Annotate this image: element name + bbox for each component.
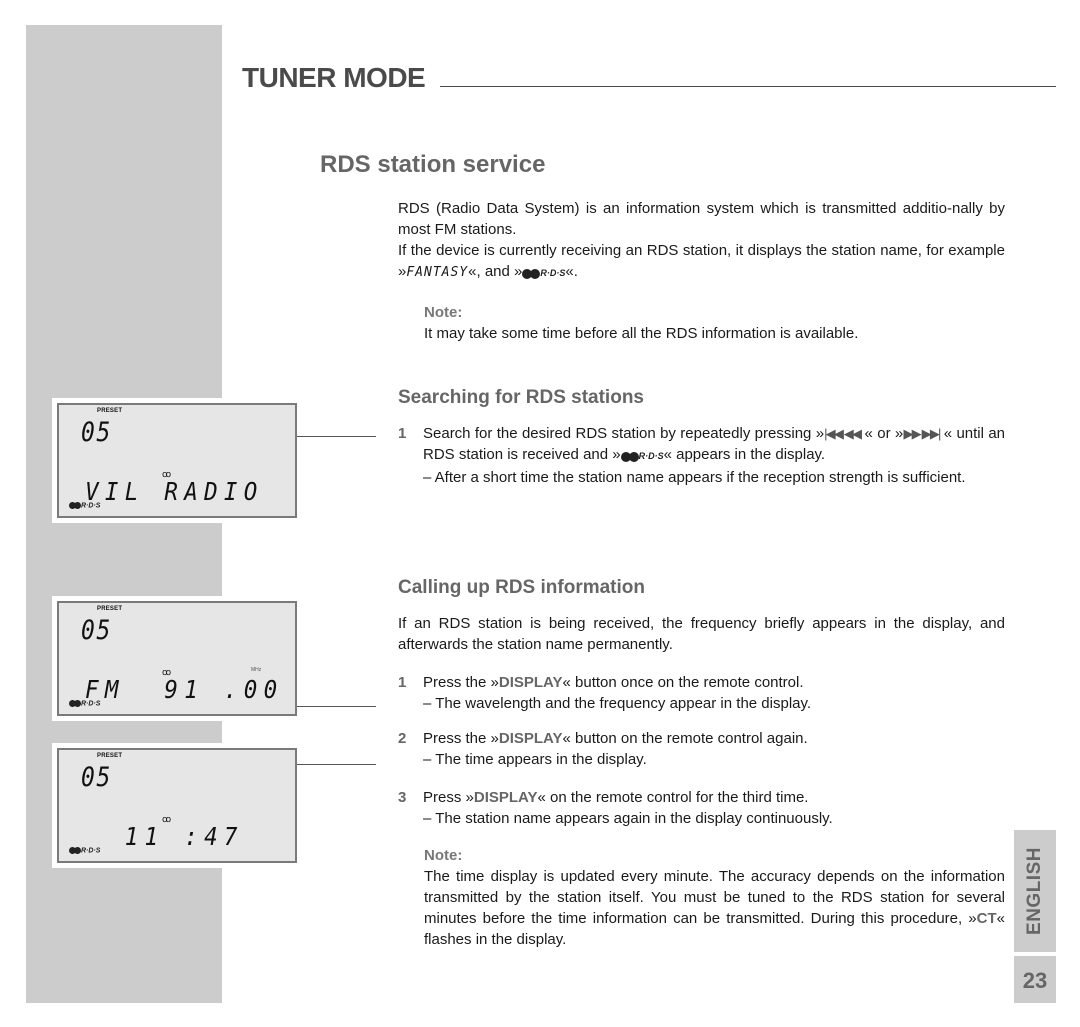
calling-step-3: 3 Press »DISPLAY« on the remote control … — [398, 789, 833, 827]
intro-paragraph: RDS (Radio Data System) is an informatio… — [398, 200, 1005, 280]
ct-label: CT — [976, 910, 997, 927]
leader-line — [297, 436, 376, 437]
leader-line — [297, 706, 376, 707]
rds-logo-icon: R·D·S — [620, 451, 664, 462]
leader-line — [297, 764, 376, 765]
note-label: Note: — [424, 847, 463, 864]
display-button-label: DISPLAY — [498, 730, 563, 747]
step-number: 1 — [398, 425, 407, 442]
search-step-1: 1 Search for the desired RDS station by … — [398, 425, 1005, 486]
time-note-block: Note: The time display is updated every … — [424, 847, 1005, 948]
note-label: Note: — [424, 304, 463, 321]
display-button-label: DISPLAY — [473, 789, 538, 806]
rds-logo-icon: R·D·S — [69, 847, 100, 854]
lcd-main-text: 11 :47 — [85, 822, 244, 851]
note-text: It may take some time before all the RDS… — [424, 325, 859, 342]
language-tab: ENGLISH — [1014, 830, 1056, 952]
skip-forward-icon: ▶▶ ▶▶| — [903, 426, 941, 441]
page-number-tab: 23 — [1014, 956, 1056, 1003]
calling-step-2: 2 Press the »DISPLAY« button on the remo… — [398, 730, 808, 768]
skip-back-icon: |◀◀ ◀◀ — [824, 426, 862, 441]
header-rule — [440, 86, 1056, 87]
lcd-display-frequency: PRESET 05 ꝏ MHz FM 91 .00 R·D·S — [52, 596, 297, 721]
lcd-screen: PRESET 05 ꝏ MHz FM 91 .00 R·D·S — [57, 601, 297, 716]
page-number: 23 — [1022, 968, 1048, 993]
preset-number: 05 — [81, 417, 113, 448]
rds-logo-icon: R·D·S — [69, 502, 100, 509]
calling-intro: If an RDS station is being received, the… — [398, 615, 1005, 653]
section-title: RDS station service — [320, 151, 546, 178]
lcd-screen: PRESET 05 ꝏ 11 :47 R·D·S — [57, 748, 297, 863]
rds-logo-icon: R·D·S — [522, 268, 565, 279]
preset-number: 05 — [81, 615, 113, 646]
lcd-main-text: VIL RADIO — [85, 477, 264, 506]
lcd-display-station-name: PRESET 05 ꝏ VIL RADIO R·D·S — [52, 398, 297, 523]
calling-step-1: 1 Press the »DISPLAY« button once on the… — [398, 674, 812, 712]
page-header: TUNER MODE — [242, 62, 426, 93]
lcd-screen: PRESET 05 ꝏ VIL RADIO R·D·S — [57, 403, 297, 518]
preset-number: 05 — [81, 762, 113, 793]
note-block: Note: It may take some time before all t… — [424, 302, 1005, 344]
subsection-title-calling: Calling up RDS information — [398, 577, 645, 598]
subsection-title-searching: Searching for RDS stations — [398, 387, 644, 408]
preset-label: PRESET — [97, 606, 123, 612]
preset-label: PRESET — [97, 408, 123, 414]
rds-logo-icon: R·D·S — [69, 700, 100, 707]
lcd-main-text: FM 91 .00 — [85, 675, 284, 704]
preset-label: PRESET — [97, 753, 123, 759]
display-button-label: DISPLAY — [498, 674, 563, 691]
lcd-example-text: FANTASY — [406, 265, 469, 280]
mhz-unit: MHz — [251, 667, 262, 673]
lcd-display-time: PRESET 05 ꝏ 11 :47 R·D·S — [52, 743, 297, 868]
